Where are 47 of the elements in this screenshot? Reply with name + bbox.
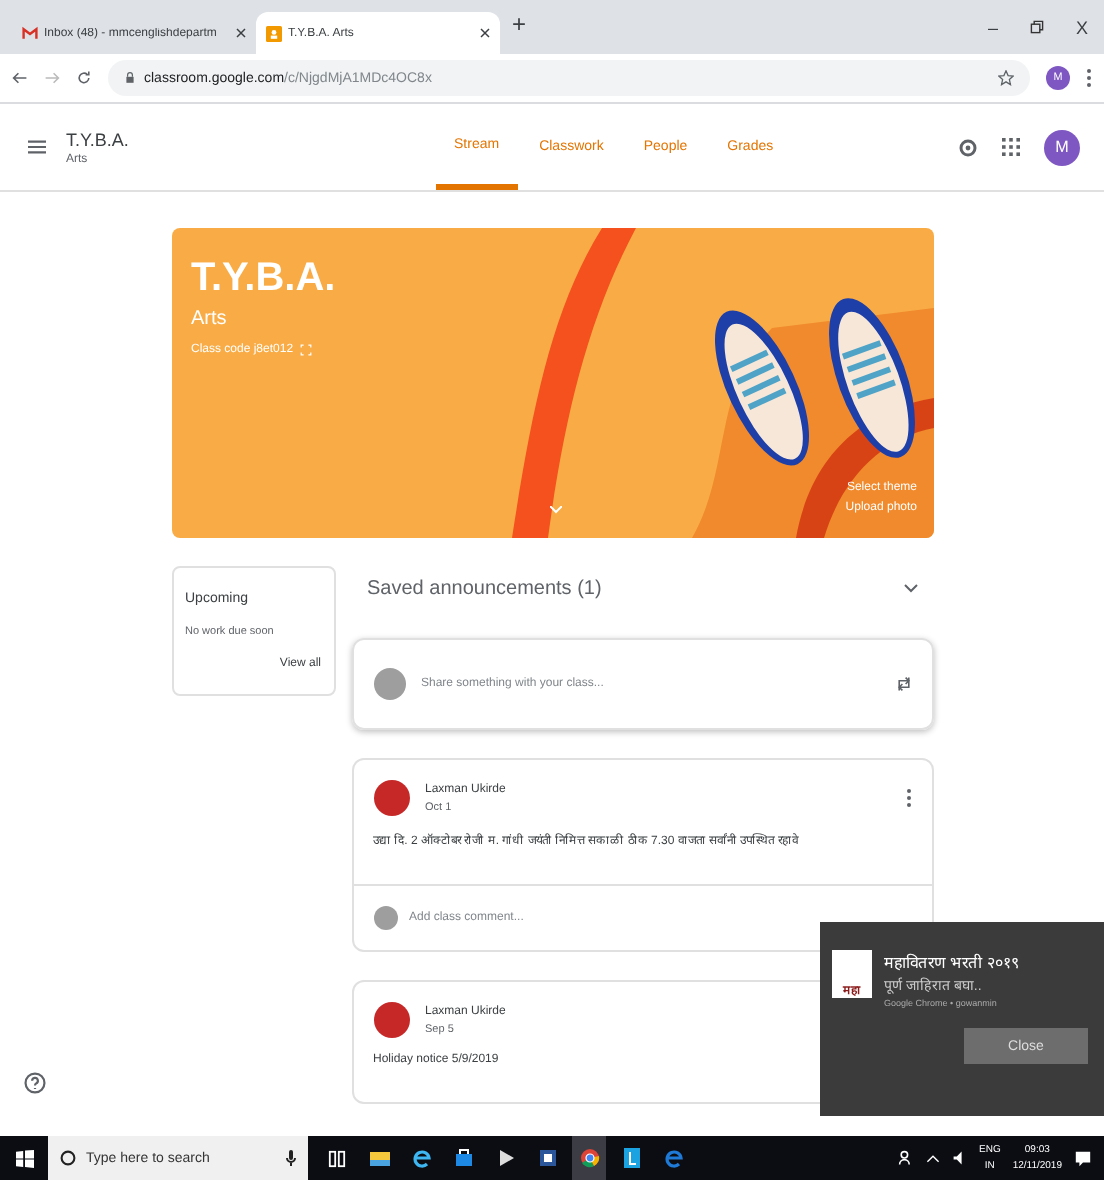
- windows-logo-icon[interactable]: [15, 1149, 33, 1167]
- chevron-up-icon[interactable]: [925, 1151, 939, 1165]
- menu-icon[interactable]: [28, 138, 46, 156]
- author-avatar: [373, 1002, 409, 1038]
- close-icon[interactable]: [480, 28, 490, 38]
- apps-grid-icon[interactable]: [1002, 138, 1020, 156]
- back-icon[interactable]: [12, 70, 28, 86]
- document-icon[interactable]: [537, 1148, 557, 1168]
- settings-icon[interactable]: [958, 137, 978, 157]
- repost-icon[interactable]: [895, 676, 911, 692]
- avatar-silhouette: [373, 668, 405, 700]
- chevron-down-icon[interactable]: [903, 583, 917, 593]
- class-title: T.Y.B.A.: [66, 129, 131, 149]
- saved-announcements-toggle[interactable]: Saved announcements (1): [351, 566, 933, 610]
- banner-title: T.Y.B.A.: [191, 256, 338, 302]
- new-tab-button[interactable]: +: [512, 9, 527, 37]
- notification-icon[interactable]: [1074, 1149, 1092, 1167]
- help-icon[interactable]: [24, 1072, 46, 1094]
- close-icon[interactable]: [236, 28, 246, 38]
- restore-icon[interactable]: [1029, 20, 1044, 34]
- tile-icon[interactable]: [621, 1148, 641, 1168]
- media-icon[interactable]: [495, 1148, 515, 1168]
- minimize-button[interactable]: –: [987, 17, 998, 37]
- star-icon[interactable]: [998, 70, 1014, 86]
- task-view-icon[interactable]: [328, 1149, 346, 1167]
- speaker-icon[interactable]: [951, 1150, 967, 1166]
- reload-icon[interactable]: [76, 70, 92, 86]
- people-icon: [897, 1150, 913, 1166]
- microphone-icon[interactable]: [286, 1150, 296, 1166]
- edge-icon[interactable]: [411, 1148, 431, 1168]
- chrome-icon[interactable]: [579, 1148, 599, 1168]
- mail-icon: [22, 25, 38, 41]
- lock-icon: [124, 72, 136, 84]
- avatar-silhouette: [373, 906, 397, 930]
- close-button[interactable]: X: [1075, 17, 1088, 37]
- circle-icon[interactable]: [60, 1150, 76, 1166]
- folder-icon[interactable]: [369, 1148, 389, 1168]
- author-avatar: [373, 780, 409, 816]
- notification-title: महावितरण भरती २०१९: [884, 951, 1019, 972]
- more-icon[interactable]: [905, 788, 911, 808]
- banner-subtitle: Arts: [191, 308, 229, 330]
- bag-icon[interactable]: [453, 1148, 473, 1168]
- classroom-icon: [266, 25, 282, 41]
- user-avatar[interactable]: M: [1044, 129, 1080, 165]
- browser-icon[interactable]: [663, 1148, 683, 1168]
- more-icon[interactable]: [1086, 68, 1092, 88]
- taskbar-app[interactable]: [572, 1136, 606, 1180]
